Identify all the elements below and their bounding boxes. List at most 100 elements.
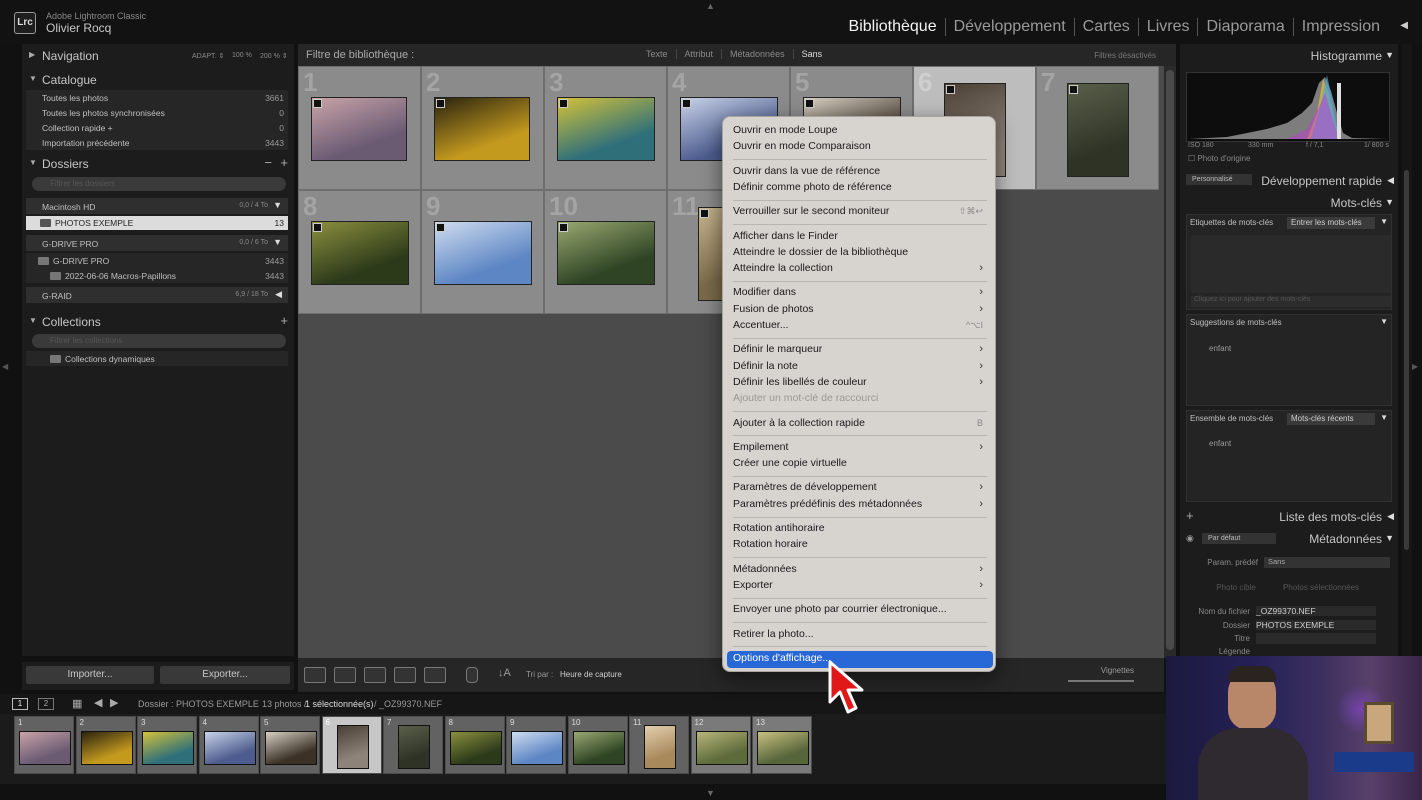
filmstrip-thumbnail[interactable] [203, 731, 256, 765]
forward-arrow-icon[interactable]: ▶ [110, 696, 118, 709]
context-menu-item[interactable]: Modifier dans › [727, 285, 993, 301]
context-menu-item[interactable]: Fusion de photos › [727, 302, 993, 318]
context-menu-item[interactable]: Paramètres de développement › [727, 480, 993, 496]
context-menu-item[interactable]: Empilement › [727, 440, 993, 456]
filmstrip-cell[interactable]: 2 [75, 716, 136, 774]
painter-icon[interactable] [466, 667, 478, 683]
photo-thumbnail[interactable] [434, 97, 530, 161]
filter-tab-metadata[interactable]: Métadonnées [722, 49, 794, 59]
filmstrip-cell[interactable]: 5 [260, 716, 320, 774]
filmstrip-cell[interactable]: 4 [198, 716, 259, 774]
context-menu-item[interactable]: Ouvrir dans la vue de référence [727, 164, 993, 180]
filmstrip-cell[interactable]: 12 [690, 716, 751, 774]
filter-tab-text[interactable]: Texte [638, 49, 677, 59]
filmstrip-cell[interactable]: 8 [444, 716, 505, 774]
catalogue-item[interactable]: Toutes les photos 3661 [26, 90, 288, 105]
photo-thumbnail[interactable] [1067, 83, 1129, 177]
histogram-header[interactable]: Histogramme ▼ [1180, 45, 1398, 67]
filmstrip-thumbnail[interactable] [511, 731, 563, 765]
metadata-header[interactable]: ◉ Par défaut Métadonnées ▼ [1180, 528, 1398, 550]
context-menu-item[interactable]: Envoyer une photo par courrier électroni… [727, 602, 993, 618]
keyword-list-header[interactable]: + Liste des mots-clés ◀ [1180, 506, 1398, 528]
preset-select[interactable]: Sans [1264, 557, 1390, 568]
quick-develop-header[interactable]: Personnalisé Développement rapide ◀ [1180, 170, 1398, 190]
quick-develop-preset[interactable]: Personnalisé [1186, 174, 1252, 185]
grid-cell[interactable]: 3 [544, 66, 667, 190]
filmstrip-thumbnail[interactable] [644, 725, 676, 769]
photo-thumbnail[interactable] [434, 221, 532, 285]
context-menu-item[interactable]: Définir le marqueur › [727, 342, 993, 358]
module-cartes[interactable]: Cartes [1075, 18, 1139, 36]
grid-icon[interactable]: ▦ [72, 697, 82, 710]
context-menu-item[interactable]: Rotation horaire [727, 537, 993, 553]
filmstrip-cell[interactable]: 10 [567, 716, 628, 774]
filmstrip-thumbnail[interactable] [265, 731, 317, 765]
context-menu-item[interactable]: Exporter › [727, 578, 993, 594]
module-menu-arrow-icon[interactable]: ◀ [1400, 20, 1408, 31]
photo-thumbnail[interactable] [311, 221, 409, 285]
filmstrip-thumbnail[interactable] [757, 731, 809, 765]
folder-g-drive-pro[interactable]: G-DRIVE PRO 3443 [26, 253, 288, 268]
left-panel-toggle-icon[interactable]: ◀ [2, 362, 8, 371]
right-panel-toggle-icon[interactable]: ▶ [1412, 362, 1418, 371]
screen-1-button[interactable]: 1 [12, 698, 28, 710]
module-bibliotheque[interactable]: Bibliothèque [841, 18, 946, 36]
folder-search-input[interactable]: Filtrer les dossiers [32, 177, 286, 191]
screen-2-button[interactable]: 2 [38, 698, 54, 710]
volume-g-raid[interactable]: G-RAID 6,9 / 18 To ◀ [26, 287, 288, 303]
filename-field[interactable]: _OZ99370.NEF [1256, 606, 1376, 616]
context-menu-item[interactable]: Atteindre la collection › [727, 261, 993, 277]
export-button[interactable]: Exporter... [160, 666, 290, 684]
filmstrip-source[interactable]: Dossier : PHOTOS EXEMPLE [138, 699, 259, 709]
grid-cell[interactable]: 10 [544, 190, 667, 314]
context-menu-item[interactable]: Verrouiller sur le second moniteur ⇧⌘↩ [727, 204, 993, 220]
keyword-add-input[interactable]: Cliquez ici pour ajouter des mots-clés [1191, 296, 1391, 307]
selected-photos-button[interactable]: Photos sélectionnées [1276, 583, 1366, 592]
grid-cell[interactable]: 2 [421, 66, 544, 190]
context-menu-item[interactable]: Créer une copie virtuelle [727, 456, 993, 472]
sort-select[interactable]: Heure de capture [560, 670, 622, 679]
context-menu-item[interactable]: Métadonnées › [727, 562, 993, 578]
filmstrip-thumbnail[interactable] [142, 731, 194, 765]
plus-icon[interactable]: + [280, 313, 288, 328]
filmstrip-cell[interactable]: 9 [506, 716, 566, 774]
keyword-tags-area[interactable] [1191, 235, 1391, 293]
volume-macintosh-hd[interactable]: Macintosh HD 0,0 / 4 To ▼ [26, 198, 288, 214]
keywords-header[interactable]: Mots-clés ▼ [1180, 192, 1398, 214]
keyword-set-select[interactable]: Mots-clés récents [1287, 413, 1375, 425]
module-diaporama[interactable]: Diaporama [1198, 18, 1294, 36]
context-menu-item[interactable]: Définir les libellés de couleur › [727, 375, 993, 391]
nav-zoom-200[interactable]: 200 % ⇕ [260, 52, 288, 60]
dossiers-header[interactable]: ▼ Dossiers − + [22, 154, 294, 174]
photo-thumbnail[interactable] [557, 221, 655, 285]
catalogue-item[interactable]: Collection rapide + 0 [26, 120, 288, 135]
grid-cell[interactable]: 7 [1036, 66, 1159, 190]
context-menu-item[interactable]: Retirer la photo... [727, 627, 993, 643]
eye-icon[interactable]: ◉ [1186, 533, 1194, 544]
filter-tab-attribute[interactable]: Attribut [677, 49, 723, 59]
filmstrip-thumbnail[interactable] [449, 731, 502, 765]
filmstrip-thumbnail[interactable] [19, 731, 71, 765]
survey-view-icon[interactable] [394, 667, 416, 683]
folder-macros-papillons[interactable]: 2022-06-06 Macros-Papillons 3443 [26, 268, 288, 283]
collections-header[interactable]: ▼ Collections + [22, 312, 294, 332]
context-menu-item[interactable]: Définir la note › [727, 359, 993, 375]
filmstrip-thumbnail[interactable] [336, 725, 369, 769]
original-photo-checkbox[interactable]: ☐ Photo d'origine [1188, 154, 1251, 163]
grid-cell[interactable]: 9 [421, 190, 544, 314]
sort-direction-icon[interactable]: ↓A [498, 667, 516, 683]
top-panel-toggle-icon[interactable]: ▲ [706, 1, 715, 11]
collection-item[interactable]: Collections dynamiques [26, 351, 288, 366]
module-livres[interactable]: Livres [1139, 18, 1199, 36]
keyword-tags-select[interactable]: Entrer les mots-clés [1287, 217, 1375, 229]
collection-search-input[interactable]: Filtrer les collections [32, 334, 286, 348]
catalogue-item[interactable]: Importation précédente 3443 [26, 135, 288, 150]
filmstrip-thumbnail[interactable] [398, 725, 430, 769]
filmstrip-cell[interactable]: 13 [752, 716, 812, 774]
filmstrip-thumbnail[interactable] [80, 731, 133, 765]
module-developpement[interactable]: Développement [946, 18, 1075, 36]
context-menu-item[interactable]: Définir comme photo de référence [727, 180, 993, 196]
filmstrip-cell[interactable]: 1 [14, 716, 74, 774]
title-field[interactable] [1256, 633, 1376, 644]
context-menu-item[interactable]: Ouvrir en mode Loupe [727, 123, 993, 139]
